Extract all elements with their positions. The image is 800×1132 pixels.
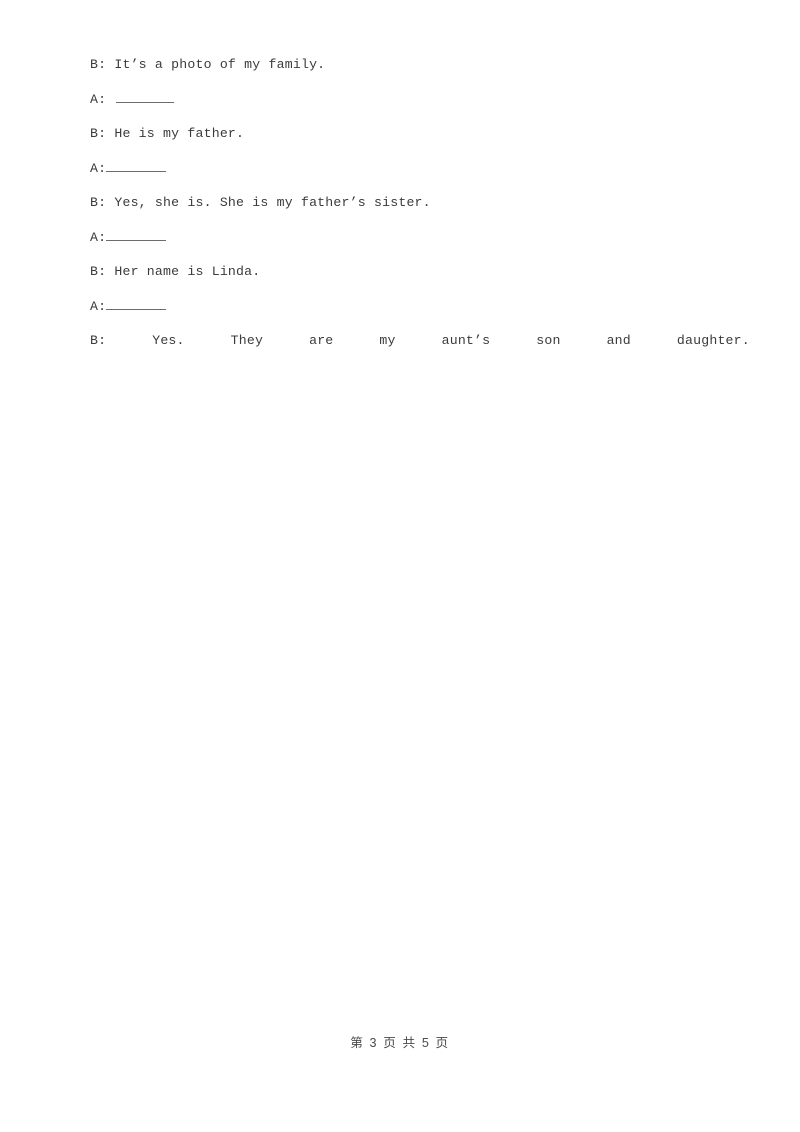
dialogue-line-b1: B: It’s a photo of my family.: [90, 48, 750, 83]
answer-blank[interactable]: [116, 90, 175, 103]
dialogue-line-text: B: It’s a photo of my family.: [90, 57, 326, 72]
dialogue-line-text: B: Her name is Linda.: [90, 264, 261, 279]
justified-token: and: [606, 333, 631, 348]
justified-token: B:: [90, 333, 107, 348]
dialogue-line-text: B: He is my father.: [90, 126, 245, 141]
answer-blank[interactable]: [106, 159, 167, 172]
justified-token: my: [379, 333, 396, 348]
justified-token: daughter.: [676, 333, 750, 348]
dialogue-line-a3: A:: [90, 221, 750, 256]
dialogue-line-text: B: Yes, she is. She is my father’s siste…: [90, 195, 431, 210]
justified-token: They: [230, 333, 264, 348]
speaker-label: A:: [90, 298, 107, 314]
answer-blank[interactable]: [106, 297, 167, 310]
page-footer: 第 3 页 共 5 页: [350, 1036, 450, 1050]
dialogue-body: B: It’s a photo of my family. A: B: He i…: [90, 48, 750, 359]
dialogue-line-b2: B: He is my father.: [90, 117, 750, 152]
answer-blank[interactable]: [106, 228, 167, 241]
dialogue-line-b5: B: Yes. They are my aunt’s son and daugh…: [90, 324, 750, 359]
dialogue-line-a1: A:: [90, 83, 750, 118]
dialogue-line-b3: B: Yes, she is. She is my father’s siste…: [90, 186, 750, 221]
justified-token: are: [309, 333, 334, 348]
speaker-label: A:: [90, 229, 107, 245]
document-page: B: It’s a photo of my family. A: B: He i…: [0, 0, 800, 1132]
speaker-label: A:: [90, 91, 107, 107]
justified-token: son: [536, 333, 561, 348]
speaker-label: A:: [90, 160, 107, 176]
dialogue-line-a2: A:: [90, 152, 750, 187]
dialogue-line-b4: B: Her name is Linda.: [90, 255, 750, 290]
dialogue-line-a4: A:: [90, 290, 750, 325]
justified-token: Yes.: [152, 333, 185, 348]
justified-token: aunt’s: [441, 333, 491, 348]
